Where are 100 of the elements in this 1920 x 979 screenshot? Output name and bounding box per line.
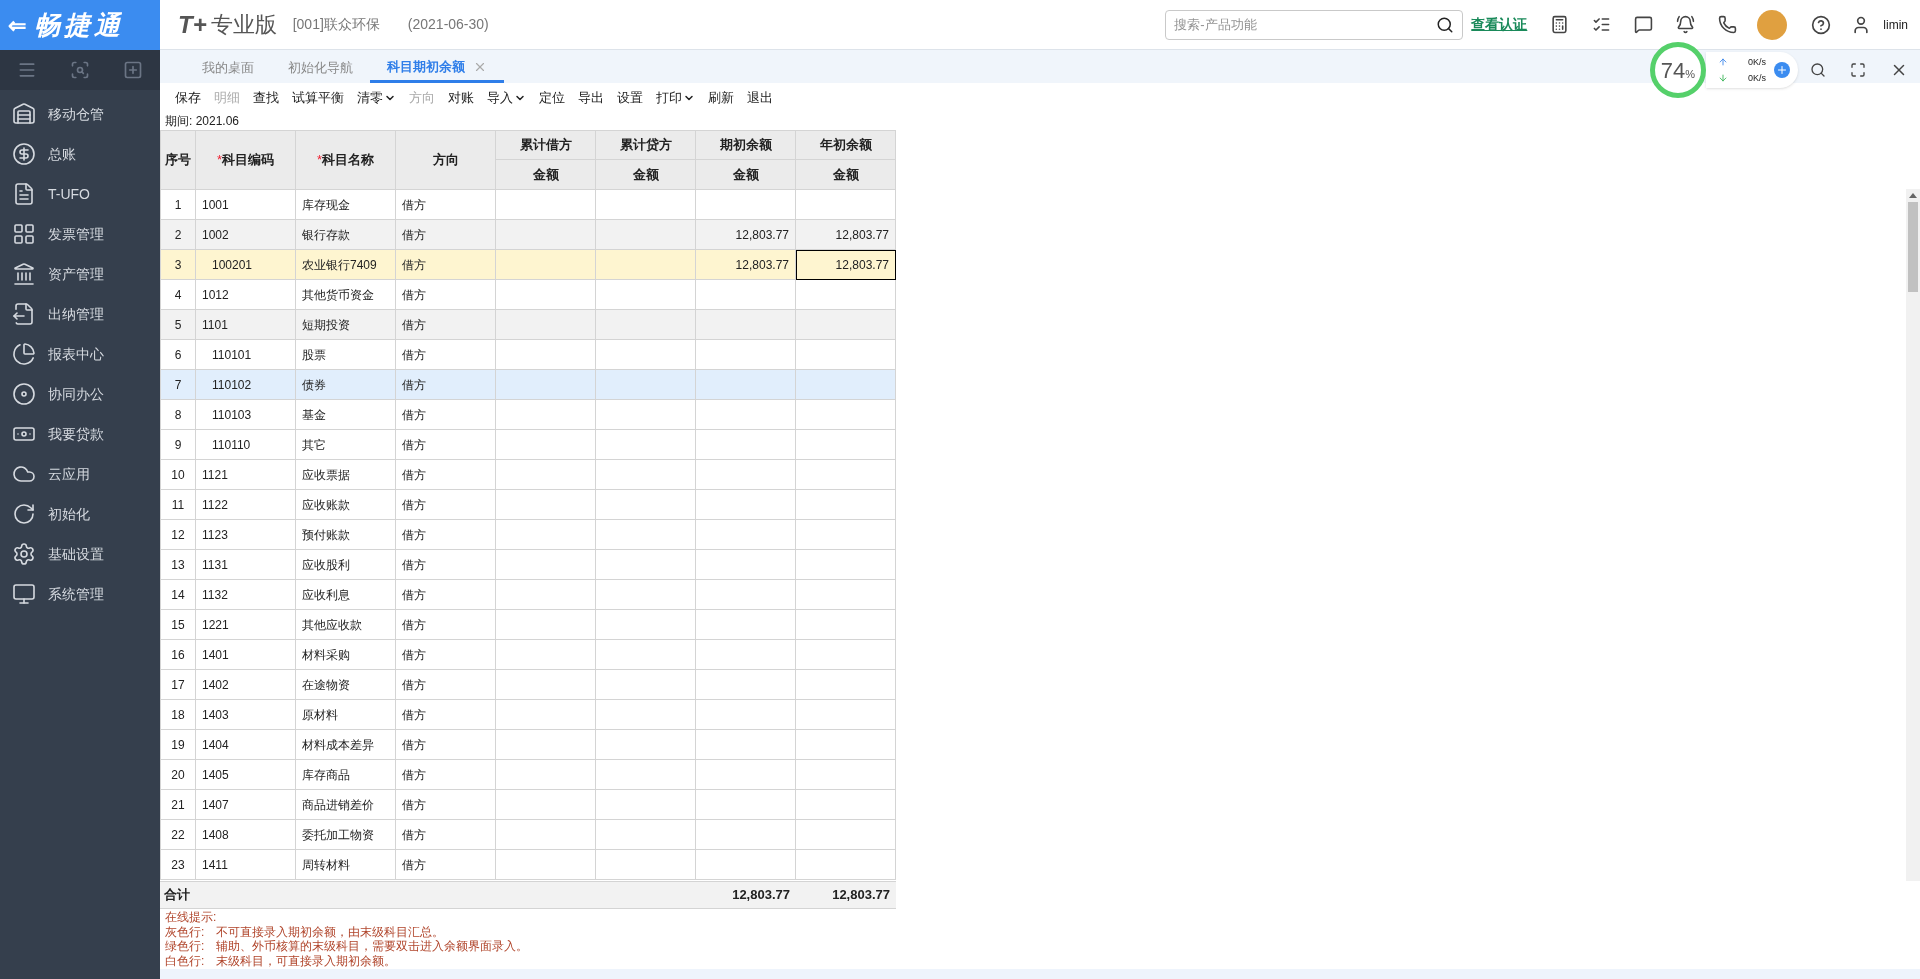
table-row[interactable]: 1 1001 库存现金 借方 [160,190,896,220]
table-row[interactable]: 2 1002 银行存款 借方 12,803.77 12,803.77 [160,220,896,250]
toolbar-button[interactable]: 退出 [747,87,773,108]
add-button[interactable] [1774,62,1790,78]
table-row[interactable]: 22 1408 委托加工物资 借方 [160,820,896,850]
scrollbar-thumb[interactable] [1908,202,1918,292]
upload-speed: 0K/s [1748,56,1766,69]
sidebar-item[interactable]: 资产管理 [0,254,160,294]
sidebar-item[interactable]: 云应用 [0,454,160,494]
hint-label: 绿色行: [165,939,205,954]
search-input[interactable]: 搜索-产品功能 [1174,14,1437,35]
sidebar-item[interactable]: 我要贷款 [0,414,160,454]
warehouse-icon [12,102,36,126]
table-cell[interactable]: 12,803.77 [796,220,896,250]
table-row[interactable]: 9 110110 其它 借方 [160,430,896,460]
sidebar-item[interactable]: 总账 [0,134,160,174]
toolbar-button[interactable]: 对账 [448,87,474,108]
dollar-icon [12,142,36,166]
product-mark: T+ [178,9,207,40]
certification-link[interactable]: 查看认证 [1471,14,1528,35]
table-row[interactable]: 11 1122 应收账款 借方 [160,490,896,520]
sidebar-item[interactable]: T-UFO [0,174,160,214]
search-field[interactable]: 搜索-产品功能 [1165,9,1464,40]
table-cell: 1411 [196,850,296,880]
sidebar-item[interactable]: 系统管理 [0,574,160,614]
add-icon[interactable] [123,60,144,80]
tab[interactable]: 科目期初余额 [370,53,504,83]
table-row[interactable]: 19 1404 材料成本差异 借方 [160,730,896,760]
column-title: 科目名称 [322,151,375,170]
sidebar-item[interactable]: 报表中心 [0,334,160,374]
help-icon[interactable] [1811,14,1832,35]
sidebar-item[interactable]: 协同办公 [0,374,160,414]
table-row[interactable]: 5 1101 短期投资 借方 [160,310,896,340]
sidebar-item[interactable]: 发票管理 [0,214,160,254]
toolbar-button[interactable]: 导出 [578,87,604,108]
required-mark: * [216,151,223,170]
toolbar-button[interactable]: 刷新 [708,87,734,108]
scrollbar[interactable] [1906,189,1920,881]
avatar-icon[interactable] [1757,9,1788,40]
phone-icon[interactable] [1718,15,1738,34]
calculator-icon[interactable] [1550,15,1570,34]
table-row[interactable]: 12 1123 预付账款 借方 [160,520,896,550]
table-row[interactable]: 21 1407 商品进销差价 借方 [160,790,896,820]
table-cell[interactable]: 12,803.77 [796,250,896,280]
disc-icon [12,382,36,406]
sidebar-item[interactable]: 初始化 [0,494,160,534]
product-name: 专业版 [210,11,277,39]
period-label: 期间: 2021.06 [164,113,241,130]
table-row[interactable]: 4 1012 其他货币资金 借方 [160,280,896,310]
checklist-icon[interactable] [1592,15,1612,34]
table-row[interactable]: 8 110103 基金 借方 [160,400,896,430]
toolbar-button[interactable]: 试算平衡 [292,87,344,108]
refresh-icon [12,502,36,526]
search-icon[interactable] [1810,62,1826,78]
back-arrow: ⇐ [8,11,26,40]
toolbar-button[interactable]: 保存 [175,87,201,108]
memory-gauge[interactable]: 74% [1650,42,1706,98]
user-name[interactable]: limin [1883,15,1908,34]
table-row[interactable]: 20 1405 库存商品 借方 [160,760,896,790]
table-row[interactable]: 16 1401 材料采购 借方 [160,640,896,670]
hint-label: 白色行: [165,953,205,968]
message-icon[interactable] [1634,15,1654,34]
table-row[interactable]: 13 1131 应收股利 借方 [160,550,896,580]
search-icon[interactable] [1436,15,1455,34]
column-header: 累计借方 [496,131,596,160]
column-title: 科目编码 [222,151,275,170]
network-speed-panel[interactable]: 0K/s 0K/s [1706,52,1798,88]
grid-icon [12,222,36,246]
toolbar-button[interactable]: 设置 [617,87,643,108]
table-row[interactable]: 15 1221 其他应收款 借方 [160,610,896,640]
column-header: 年初余额 [796,131,896,160]
toolbar-button[interactable]: 导入 [487,87,526,108]
document-arrow-icon [12,302,36,326]
hint-text: 末级科目，可直接录入期初余额。 [216,953,397,968]
column-title: 序号 [165,151,191,170]
memory-percent: 74 [1660,56,1686,85]
table-row[interactable]: 3 100201 农业银行7409 借方 12,803.77 12,803.77 [160,250,896,280]
table-row[interactable]: 10 1121 应收票据 借方 [160,460,896,490]
fullscreen-icon[interactable] [1850,62,1866,78]
bell-icon[interactable] [1676,15,1696,34]
total-label: 合计 [163,886,191,905]
sidebar-item[interactable]: 基础设置 [0,534,160,574]
toolbar-button[interactable]: 查找 [253,87,279,108]
table-row[interactable]: 17 1402 在途物资 借方 [160,670,896,700]
table-row[interactable]: 14 1132 应收利息 借方 [160,580,896,610]
toolbar-button[interactable]: 打印 [656,87,695,108]
table-row[interactable]: 7 110102 债券 借方 [160,370,896,400]
table-row[interactable]: 6 110101 股票 借方 [160,340,896,370]
table-row[interactable]: 23 1411 周转材料 借方 [160,850,896,880]
sidebar-item[interactable]: 移动仓管 [0,94,160,134]
toolbar-button[interactable]: 定位 [539,87,565,108]
toolbar-button[interactable]: 清零 [357,87,396,108]
brand-name: 畅捷通 [34,8,124,42]
column-title: 方向 [432,151,459,170]
download-arrow-icon [1718,73,1728,83]
document-icon [12,182,36,206]
table-cell[interactable] [696,850,796,880]
table-cell[interactable] [796,850,896,880]
sidebar-item[interactable]: 出纳管理 [0,294,160,334]
table-row[interactable]: 18 1403 原材料 借方 [160,700,896,730]
